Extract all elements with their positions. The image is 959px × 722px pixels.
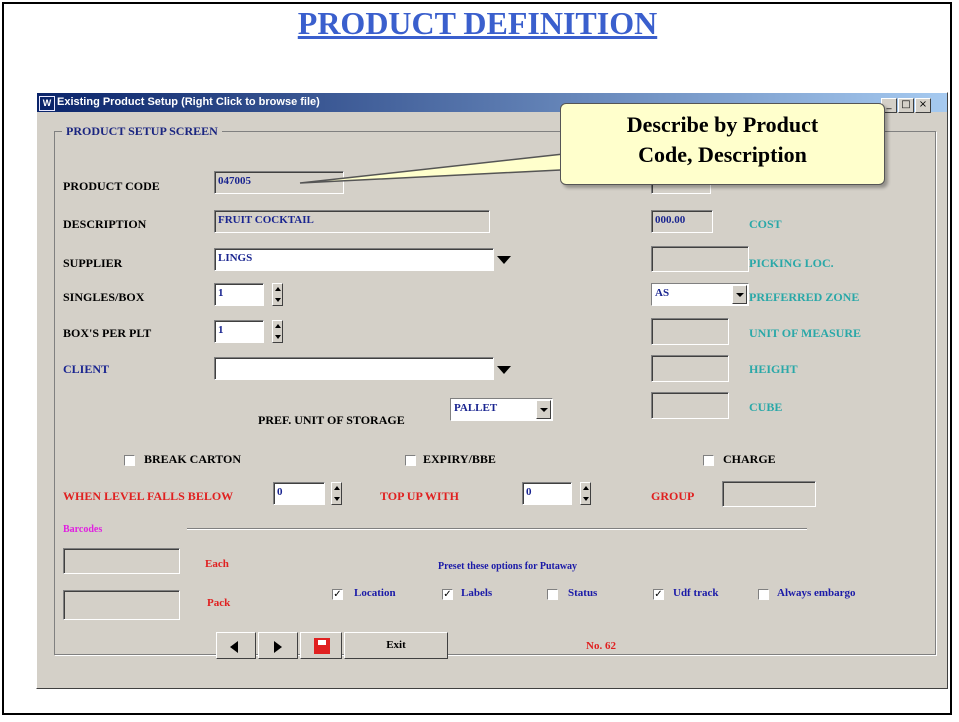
callout-box: Describe by Product Code, Description [560, 103, 885, 185]
callout-line2: Code, Description [638, 142, 807, 167]
callout-line1: Describe by Product [626, 112, 819, 137]
